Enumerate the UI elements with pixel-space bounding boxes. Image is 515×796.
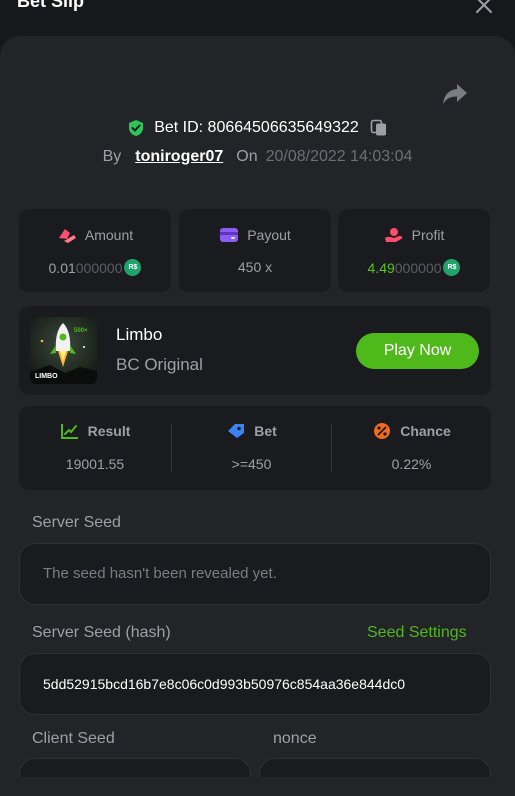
limbo-game-thumbnail[interactable]: 500× LIMBO [30, 317, 97, 384]
profit-label: Profit [411, 227, 445, 243]
profit-value: 4.49 000000 R$ [338, 259, 490, 276]
server-seed-hash-field[interactable]: 5dd52915bcd16b7e8c06c0d993b50976c854aa36… [19, 653, 491, 715]
game-subtitle: BC Original [116, 355, 203, 374]
game-card: 500× LIMBO Limbo BC Original Play Now [19, 306, 491, 395]
close-icon[interactable] [473, 0, 495, 16]
seed-settings-link[interactable]: Seed Settings [367, 624, 467, 642]
on-label: On [236, 148, 258, 165]
server-seed-value: The seed hasn't been revealed yet. [43, 565, 277, 582]
server-seed-label: Server Seed [32, 514, 121, 531]
bet-label: Bet [254, 423, 277, 439]
profit-box: Profit 4.49 000000 R$ [338, 209, 490, 292]
result-panel: Result 19001.55 Bet >=450 Chance 0.22% [19, 406, 491, 490]
chance-value: 0.22% [391, 456, 432, 472]
profit-value-dim: 000000 [394, 259, 442, 276]
chance-label: Chance [400, 423, 451, 439]
profit-value-main: 4.49 [367, 259, 395, 276]
client-seed-label: Client Seed [32, 730, 115, 747]
modal-header: Bet Slip [0, 0, 515, 36]
amount-icon [58, 229, 76, 243]
username-link[interactable]: toniroger07 [135, 148, 223, 166]
result-label: Result [87, 423, 131, 439]
result-value: 19001.55 [65, 456, 125, 472]
bet-column: Bet >=450 [172, 406, 331, 490]
amount-label: Amount [84, 227, 134, 243]
thumb-multiplier: 500× [74, 328, 88, 334]
percent-icon [374, 423, 391, 439]
bet-id: Bet ID: 80664506635649322 [154, 119, 359, 136]
bet-tag-icon [228, 424, 245, 438]
profit-icon [384, 228, 402, 242]
amount-value-main: 0.01 [48, 259, 76, 276]
copy-icon[interactable] [370, 119, 388, 137]
modal-title: Bet Slip [17, 0, 85, 11]
bet-value: >=450 [231, 456, 272, 472]
play-now-button[interactable]: Play Now [356, 333, 479, 369]
brl-coin-icon: R$ [443, 259, 461, 276]
thumb-caption: LIMBO [35, 373, 58, 380]
bet-date: 20/08/2022 14:03:04 [265, 148, 413, 165]
by-label: By [102, 148, 122, 165]
result-column: Result 19001.55 [19, 406, 171, 490]
brl-coin-icon: R$ [124, 259, 142, 276]
payout-value: 450 x [237, 259, 273, 275]
client-seed-field[interactable] [19, 758, 251, 777]
amount-value: 0.01 000000 R$ [19, 259, 171, 276]
share-icon[interactable] [441, 81, 469, 107]
payout-box: Payout 450 x [179, 209, 331, 292]
nonce-label: nonce [273, 730, 317, 747]
bet-id-row: Bet ID: 80664506635649322 [0, 116, 515, 140]
amount-box: Amount 0.01 000000 R$ [19, 209, 171, 292]
server-seed-hash-label: Server Seed (hash) [32, 624, 171, 641]
server-seed-hash-value: 5dd52915bcd16b7e8c06c0d993b50976c854aa36… [43, 676, 406, 692]
shield-check-icon [129, 120, 144, 136]
bet-author-row: By toniroger07 On 20/08/2022 14:03:04 [0, 145, 515, 169]
chart-check-icon [60, 424, 78, 439]
amount-value-dim: 000000 [75, 259, 123, 276]
chance-column: Chance 0.22% [332, 406, 491, 490]
nonce-field[interactable] [259, 758, 491, 777]
wallet-icon [220, 228, 239, 242]
server-seed-field[interactable]: The seed hasn't been revealed yet. [19, 543, 491, 605]
payout-label: Payout [247, 227, 291, 243]
game-name: Limbo [116, 325, 163, 344]
